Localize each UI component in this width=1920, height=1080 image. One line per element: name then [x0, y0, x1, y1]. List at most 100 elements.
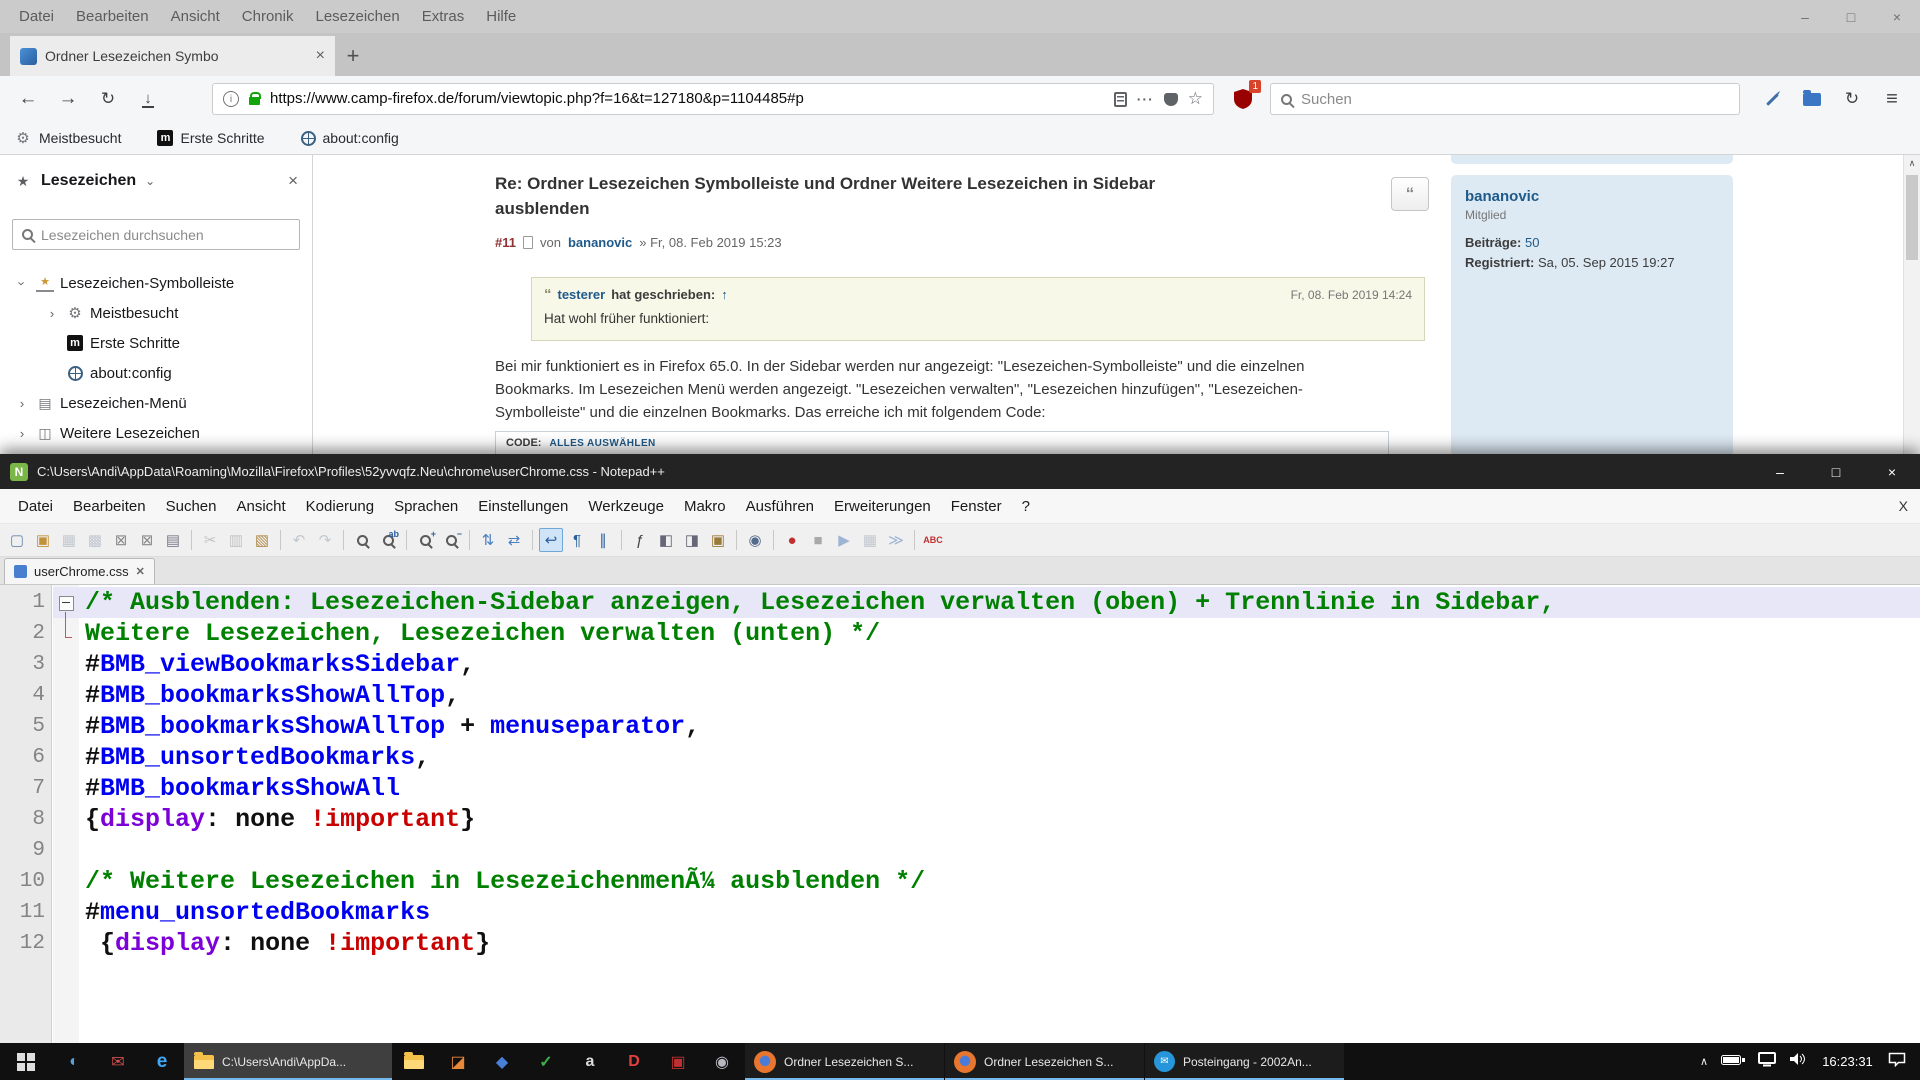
tree-item-lesezeichen-symbolleiste[interactable]: ›★Lesezeichen-Symbolleiste: [0, 268, 312, 298]
function-list-icon[interactable]: ƒ: [628, 528, 652, 552]
scrollbar-thumb[interactable]: [1906, 175, 1918, 260]
maximize-button[interactable]: □: [1828, 0, 1874, 33]
save-all-icon[interactable]: ▩: [83, 528, 107, 552]
taskbar-app-icon-9[interactable]: ◉: [700, 1043, 744, 1080]
reader-mode-icon[interactable]: [1114, 92, 1127, 107]
zoom-out-icon[interactable]: −: [439, 528, 463, 552]
page-actions-icon[interactable]: ···: [1137, 91, 1154, 107]
cut-icon[interactable]: ✂: [198, 528, 222, 552]
find-icon[interactable]: [350, 528, 374, 552]
document-switcher-icon[interactable]: ◨: [680, 528, 704, 552]
zoom-in-icon[interactable]: +: [413, 528, 437, 552]
menu-lesezeichen[interactable]: Lesezeichen: [304, 8, 410, 25]
npp-menu-fenster[interactable]: Fenster: [941, 498, 1012, 515]
taskbar-app-icon-6[interactable]: a: [568, 1043, 612, 1080]
sidebar-close-icon[interactable]: ×: [288, 171, 298, 191]
taskbar-window-firefox-2[interactable]: Ordner Lesezeichen S...: [945, 1043, 1144, 1080]
npp-menu-ansicht[interactable]: Ansicht: [226, 498, 295, 515]
npp-menu-bearbeiten[interactable]: Bearbeiten: [63, 498, 156, 515]
taskbar-window-mail[interactable]: ✉Posteingang - 2002An...: [1145, 1043, 1344, 1080]
posts-count-link[interactable]: 50: [1525, 235, 1539, 250]
tree-item-meistbesucht[interactable]: ›⚙Meistbesucht: [0, 298, 312, 328]
bookmark-meistbesucht[interactable]: ⚙Meistbesucht: [14, 129, 121, 147]
npp-menu-item-12[interactable]: ?: [1012, 498, 1040, 515]
macro-run-multiple-icon[interactable]: ≫: [884, 528, 908, 552]
print-icon[interactable]: ▤: [161, 528, 185, 552]
maximize-button[interactable]: □: [1808, 454, 1864, 489]
npp-menu-werkzeuge[interactable]: Werkzeuge: [578, 498, 674, 515]
tree-twisty-icon[interactable]: ›: [15, 273, 30, 293]
macro-stop-icon[interactable]: ■: [806, 528, 830, 552]
taskbar-app-icon-1[interactable]: ◐: [52, 1043, 96, 1080]
bookmark-star-icon[interactable]: ☆: [1188, 89, 1203, 109]
tab-close-icon[interactable]: ×: [316, 47, 325, 65]
npp-menu-einstellungen[interactable]: Einstellungen: [468, 498, 578, 515]
back-button[interactable]: ←: [12, 83, 44, 115]
sync-horizontal-icon[interactable]: ⇄: [502, 528, 526, 552]
notepadpp-titlebar[interactable]: N C:\Users\Andi\AppData\Roaming\Mozilla\…: [0, 454, 1920, 489]
bookmark-erste-schritte[interactable]: mErste Schritte: [157, 130, 264, 146]
npp-menu-kodierung[interactable]: Kodierung: [296, 498, 384, 515]
post-author-link[interactable]: bananovic: [568, 235, 632, 250]
taskbar-edge-icon[interactable]: e: [140, 1043, 184, 1080]
taskbar-app-icon-7[interactable]: D: [612, 1043, 656, 1080]
taskbar-app-icon-4[interactable]: ◆: [480, 1043, 524, 1080]
taskbar-clock[interactable]: 16:23:31: [1820, 1054, 1875, 1069]
chevron-down-icon[interactable]: ⌄: [145, 174, 155, 188]
reload-button[interactable]: ↻: [92, 83, 124, 115]
redo-icon[interactable]: ↷: [313, 528, 337, 552]
menu-extras[interactable]: Extras: [411, 8, 476, 25]
menu-button[interactable]: ≡: [1872, 83, 1912, 115]
menu-datei[interactable]: Datei: [8, 8, 65, 25]
bookmark-about-config[interactable]: about:config: [301, 130, 399, 146]
npp-menu-sprachen[interactable]: Sprachen: [384, 498, 468, 515]
tab-close-icon[interactable]: ✕: [136, 565, 145, 578]
pocket-icon[interactable]: [1164, 93, 1178, 106]
macro-play-icon[interactable]: ▶: [832, 528, 856, 552]
tree-item-erste-schritte[interactable]: mErste Schritte: [0, 328, 312, 358]
word-wrap-icon[interactable]: ↩: [539, 528, 563, 552]
folder-as-workspace-icon[interactable]: ▣: [706, 528, 730, 552]
close-button[interactable]: ×: [1864, 454, 1920, 489]
edit-bookmark-button[interactable]: [1752, 83, 1792, 115]
battery-icon[interactable]: [1721, 1053, 1745, 1071]
lock-icon[interactable]: [249, 97, 260, 105]
tree-item-about-config[interactable]: about:config: [0, 358, 312, 388]
sync-button[interactable]: ↻: [1832, 83, 1872, 115]
macro-record-icon[interactable]: ●: [780, 528, 804, 552]
open-file-icon[interactable]: ▣: [31, 528, 55, 552]
quote-author-link[interactable]: testerer: [558, 287, 606, 302]
search-input[interactable]: [1301, 91, 1729, 108]
minimize-button[interactable]: –: [1752, 454, 1808, 489]
taskbar-window-explorer[interactable]: C:\Users\Andi\AppDa...: [184, 1043, 392, 1080]
document-map-icon[interactable]: ◧: [654, 528, 678, 552]
select-all-link[interactable]: ALLES AUSWÄHLEN: [549, 438, 655, 449]
spell-check-icon[interactable]: ABC: [921, 528, 945, 552]
taskbar-app-icon-3[interactable]: ◪: [436, 1043, 480, 1080]
show-all-characters-icon[interactable]: ¶: [565, 528, 589, 552]
tray-expand-icon[interactable]: ∧: [1700, 1055, 1708, 1068]
post-number-link[interactable]: #11: [495, 235, 516, 250]
url-bar[interactable]: https://www.camp-firefox.de/forum/viewto…: [212, 83, 1214, 115]
npp-menu-erweiterungen[interactable]: Erweiterungen: [824, 498, 941, 515]
start-button[interactable]: [0, 1043, 52, 1080]
replace-icon[interactable]: ab: [376, 528, 400, 552]
fold-marker-icon[interactable]: [53, 587, 79, 618]
tree-item-weitere-lesezeichen[interactable]: ›◫Weitere Lesezeichen: [0, 418, 312, 448]
tree-item-lesezeichen-men[interactable]: ›▤Lesezeichen-Menü: [0, 388, 312, 418]
new-tab-button[interactable]: +: [335, 38, 371, 74]
forward-button[interactable]: →: [52, 83, 84, 115]
copy-icon[interactable]: ▥: [224, 528, 248, 552]
menu-bearbeiten[interactable]: Bearbeiten: [65, 8, 160, 25]
taskbar-app-icon-5[interactable]: ✓: [524, 1043, 568, 1080]
search-bar[interactable]: [1270, 83, 1740, 115]
site-info-icon[interactable]: [223, 91, 239, 107]
npp-menu-datei[interactable]: Datei: [8, 498, 63, 515]
tree-twisty-icon[interactable]: ›: [12, 426, 32, 441]
profile-username-link[interactable]: bananovic: [1465, 188, 1719, 205]
menu-hilfe[interactable]: Hilfe: [475, 8, 527, 25]
page-scrollbar[interactable]: ∧: [1903, 155, 1920, 454]
taskbar-app-icon-8[interactable]: ▣: [656, 1043, 700, 1080]
quote-jump-link[interactable]: ↑: [721, 287, 728, 302]
ublock-button[interactable]: 1: [1226, 84, 1260, 114]
